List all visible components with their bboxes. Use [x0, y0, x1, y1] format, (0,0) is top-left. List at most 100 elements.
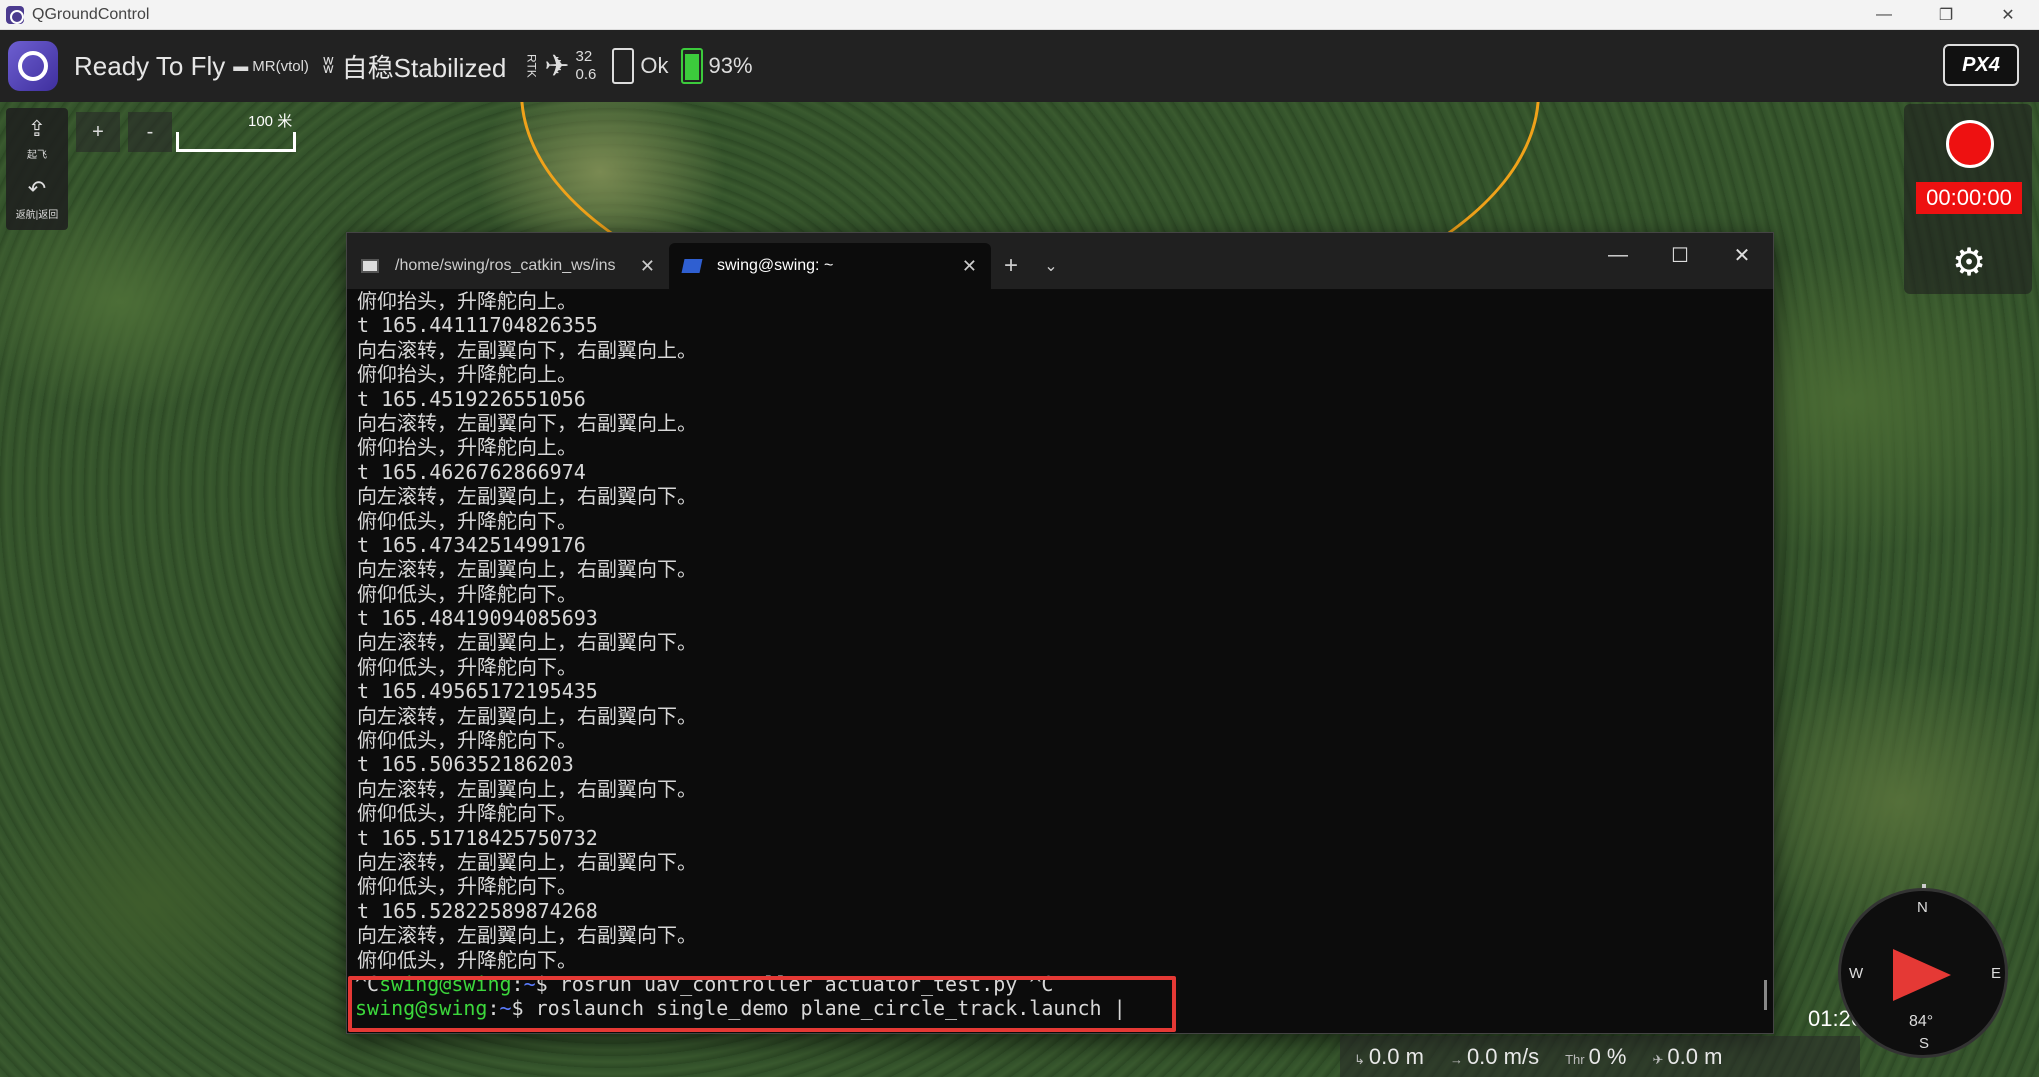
throttle-value: 0 %	[1588, 1043, 1627, 1069]
terminal-tab-icon	[361, 259, 379, 273]
terminal-window-controls: — ☐ ✕	[1587, 233, 1773, 277]
qgc-logo-button[interactable]	[8, 41, 58, 91]
takeoff-button[interactable]: ⇪ 起飞	[6, 108, 68, 168]
terminal-tab-1[interactable]: /home/swing/ros_catkin_ws/ins ✕	[347, 243, 669, 289]
record-time: 00:00:00	[1916, 182, 2022, 214]
window-close-button[interactable]: ✕	[1977, 0, 2039, 30]
return-label: 返航|返回	[15, 209, 59, 221]
window-restore-button[interactable]: ❐	[1915, 0, 1977, 30]
vehicle-type-label: MR(vtol)	[252, 57, 309, 75]
terminal-output-line: 俯仰抬头，升降舵向上。	[357, 289, 577, 313]
terminal-output-line: 俯仰低头，升降舵向下。	[357, 654, 577, 679]
compass-heading: 84°	[1909, 1013, 1934, 1030]
window-titlebar: QGroundControl — ❐ ✕	[0, 0, 2039, 30]
terminal-tab-2[interactable]: swing@swing: ~ ✕	[669, 243, 991, 289]
terminal-output-line: 向左滚转，左副翼向上，右副翼向下。	[357, 630, 697, 655]
rtk-label: RTK	[524, 54, 539, 78]
terminal-minimize-button[interactable]: —	[1587, 233, 1649, 277]
terminal-output-line: 俯仰低头，升降舵向下。	[357, 947, 577, 972]
vehicle-type[interactable]: ▬ MR(vtol)	[233, 58, 309, 75]
vehicle-health-status: Ok	[640, 53, 669, 78]
terminal-output-line: t 165.4519226551056	[357, 386, 586, 411]
gps-sat-count: 32	[575, 48, 593, 65]
terminal-output-line: 向右滚转，左副翼向下，右副翼向上。	[357, 337, 697, 362]
return-button[interactable]: ↶ 返航|返回	[6, 168, 68, 228]
terminal-close-button[interactable]: ✕	[1711, 233, 1773, 277]
altitude-readout: ↳ 0.0 m	[1354, 1044, 1424, 1070]
speed-readout: → 0.0 m/s	[1450, 1044, 1539, 1070]
close-icon[interactable]: ✕	[640, 256, 655, 277]
terminal-output-line: 向左滚转，左副翼向上，右副翼向下。	[357, 849, 697, 874]
terminal-output-line: 俯仰低头，升降舵向下。	[357, 874, 577, 899]
map-scale-bar	[176, 132, 296, 152]
qgc-app-icon	[6, 5, 24, 24]
message-icon: ▬	[233, 57, 249, 75]
terminal-maximize-button[interactable]: ☐	[1649, 233, 1711, 277]
zoom-in-button[interactable]: +	[76, 112, 120, 152]
battery-percent: 93%	[708, 53, 753, 78]
terminal-output-line: t 165.44111704826355	[357, 313, 598, 338]
distance-value: 0.0 m	[1667, 1043, 1723, 1069]
terminal-output-line: 俯仰抬头，升降舵向上。	[357, 435, 577, 460]
gps-indicator[interactable]: RTK ✈ 32 0.6	[524, 48, 596, 84]
terminal-lines: 俯仰抬头，升降舵向上。 t 165.44111704826355 向右滚转，左副翼向…	[355, 289, 1765, 972]
telemetry-bar: ↳ 0.0 m → 0.0 m/s Thr 0 % ✈ 0.0 m	[1340, 1036, 1860, 1077]
throttle-label: Thr	[1565, 1051, 1585, 1067]
distance-icon: ✈	[1652, 1051, 1664, 1067]
terminal-output-line: t 165.4734251499176	[357, 532, 586, 557]
gps-hdop: 0.6	[575, 66, 597, 83]
flight-mode-label: 自稳Stabilized	[341, 52, 507, 83]
altitude-value: 0.0 m	[1368, 1043, 1424, 1069]
map-scale-label: 100 米	[248, 113, 293, 130]
compass-west: W	[1849, 965, 1864, 982]
terminal-output-line: t 165.48419094085693	[357, 606, 598, 631]
terminal-output-line: 俯仰低头，升降舵向下。	[357, 728, 577, 753]
close-icon[interactable]: ✕	[962, 256, 977, 277]
terminal-output-line: 向左滚转，左副翼向上，右副翼向下。	[357, 703, 697, 728]
distance-readout: ✈ 0.0 m	[1653, 1044, 1723, 1070]
takeoff-label: 起飞	[27, 149, 47, 161]
speed-value: 0.0 m/s	[1466, 1043, 1540, 1069]
record-button[interactable]	[1946, 120, 1994, 168]
vehicle-heading-arrow-icon	[1893, 949, 1951, 1001]
terminal-tab-label: swing@swing: ~	[717, 257, 834, 274]
terminal-output[interactable]: 俯仰抬头，升降舵向上。 t 165.44111704826355 向右滚转，左副翼向…	[347, 289, 1773, 1033]
terminal-scrollbar[interactable]	[1764, 980, 1767, 1010]
window-minimize-button[interactable]: —	[1853, 0, 1915, 30]
map-tool-strip: ⇪ 起飞 ↶ 返航|返回	[6, 108, 68, 230]
terminal-output-line: t 165.4626762866974	[357, 459, 586, 484]
tab-dropdown-button[interactable]: ⌄	[1031, 243, 1071, 289]
map-scale: 100 米	[176, 108, 298, 154]
vehicle-health-icon[interactable]	[612, 48, 635, 84]
new-tab-button[interactable]: +	[991, 243, 1031, 289]
terminal-output-line: t 165.506352186203	[357, 752, 574, 777]
vehicle-status[interactable]: Ready To Fly	[74, 51, 225, 82]
terminal-output-line: 向右滚转，左副翼向下，右副翼向上。	[357, 410, 697, 435]
gps-values: 32 0.6	[576, 48, 597, 84]
battery-icon[interactable]	[680, 48, 703, 84]
window-controls: — ❐ ✕	[1853, 0, 2039, 30]
terminal-output-line: 俯仰低头，升降舵向下。	[357, 508, 577, 533]
throttle-readout: Thr 0 %	[1565, 1044, 1626, 1070]
flight-mode-selector[interactable]: ʬ 自稳Stabilized	[323, 48, 506, 85]
terminal-output-line: 向左滚转，左副翼向上，右副翼向下。	[357, 776, 697, 801]
compass-north: N	[1917, 899, 1928, 916]
window-title: QGroundControl	[32, 5, 150, 23]
qgc-toolbar: Ready To Fly ▬ MR(vtol) ʬ 自稳Stabilized R…	[0, 30, 2039, 102]
compass-widget[interactable]: N W E S 84°	[1838, 888, 2008, 1058]
zoom-out-button[interactable]: -	[128, 112, 172, 152]
return-icon: ↶	[27, 175, 47, 201]
qgc-logo-icon	[18, 51, 48, 81]
terminal-output-line: 向左滚转，左副翼向上，右副翼向下。	[357, 484, 697, 509]
satellite-icon: ✈	[544, 49, 570, 83]
powershell-icon	[681, 259, 703, 273]
gear-icon[interactable]: ⚙	[1952, 244, 1986, 282]
compass-east: E	[1991, 965, 2002, 982]
terminal-output-line: 俯仰低头，升降舵向下。	[357, 801, 577, 826]
terminal-window[interactable]: /home/swing/ros_catkin_ws/ins ✕ swing@sw…	[346, 232, 1774, 1034]
terminal-tab-label: /home/swing/ros_catkin_ws/ins	[395, 257, 616, 274]
takeoff-icon: ⇪	[27, 115, 47, 141]
flight-mode-icon: ʬ	[322, 53, 334, 78]
altitude-icon: ↳	[1354, 1051, 1365, 1067]
terminal-output-line: t 165.51718425750732	[357, 825, 598, 850]
